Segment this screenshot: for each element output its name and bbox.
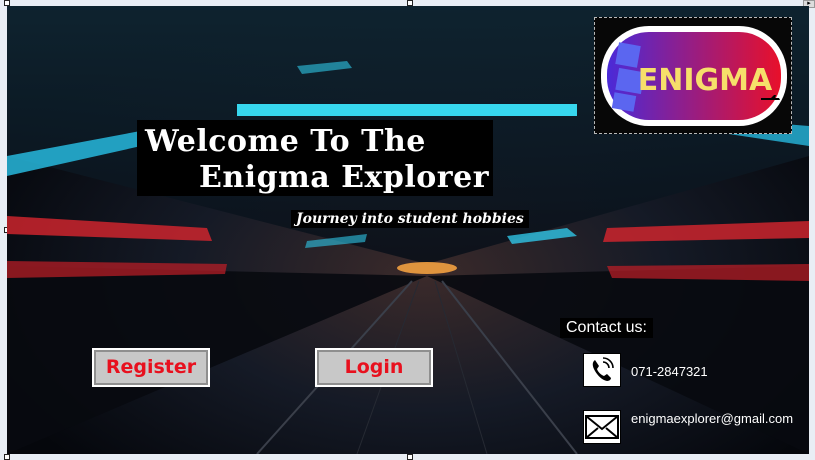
enigma-logo: ENIGMA [594,17,792,134]
resize-handle[interactable] [407,454,413,460]
enigma-logo-graphic: ENIGMA [601,26,787,126]
phone-number: 071-2847321 [631,364,708,379]
title-box: Welcome To The Enigma Explorer [137,120,493,196]
welcome-title-line1: Welcome To The [145,124,426,159]
logo-text: ENIGMA [638,63,773,98]
resize-handle[interactable] [4,454,10,460]
login-button[interactable]: Login [315,348,433,387]
mail-icon [583,410,621,444]
contact-label: Contact us: [560,318,653,338]
welcome-title-line2: Enigma Explorer [199,160,490,195]
phone-icon [583,353,621,387]
form-designer-frame: ▸ Welcome To The Enigma Explorer Journey… [0,0,815,460]
email-address: enigmaexplorer@gmail.com [631,411,794,426]
register-button[interactable]: Register [92,348,210,387]
welcome-panel: Welcome To The Enigma Explorer Journey i… [7,6,809,454]
tagline: Journey into student hobbies [291,210,529,228]
